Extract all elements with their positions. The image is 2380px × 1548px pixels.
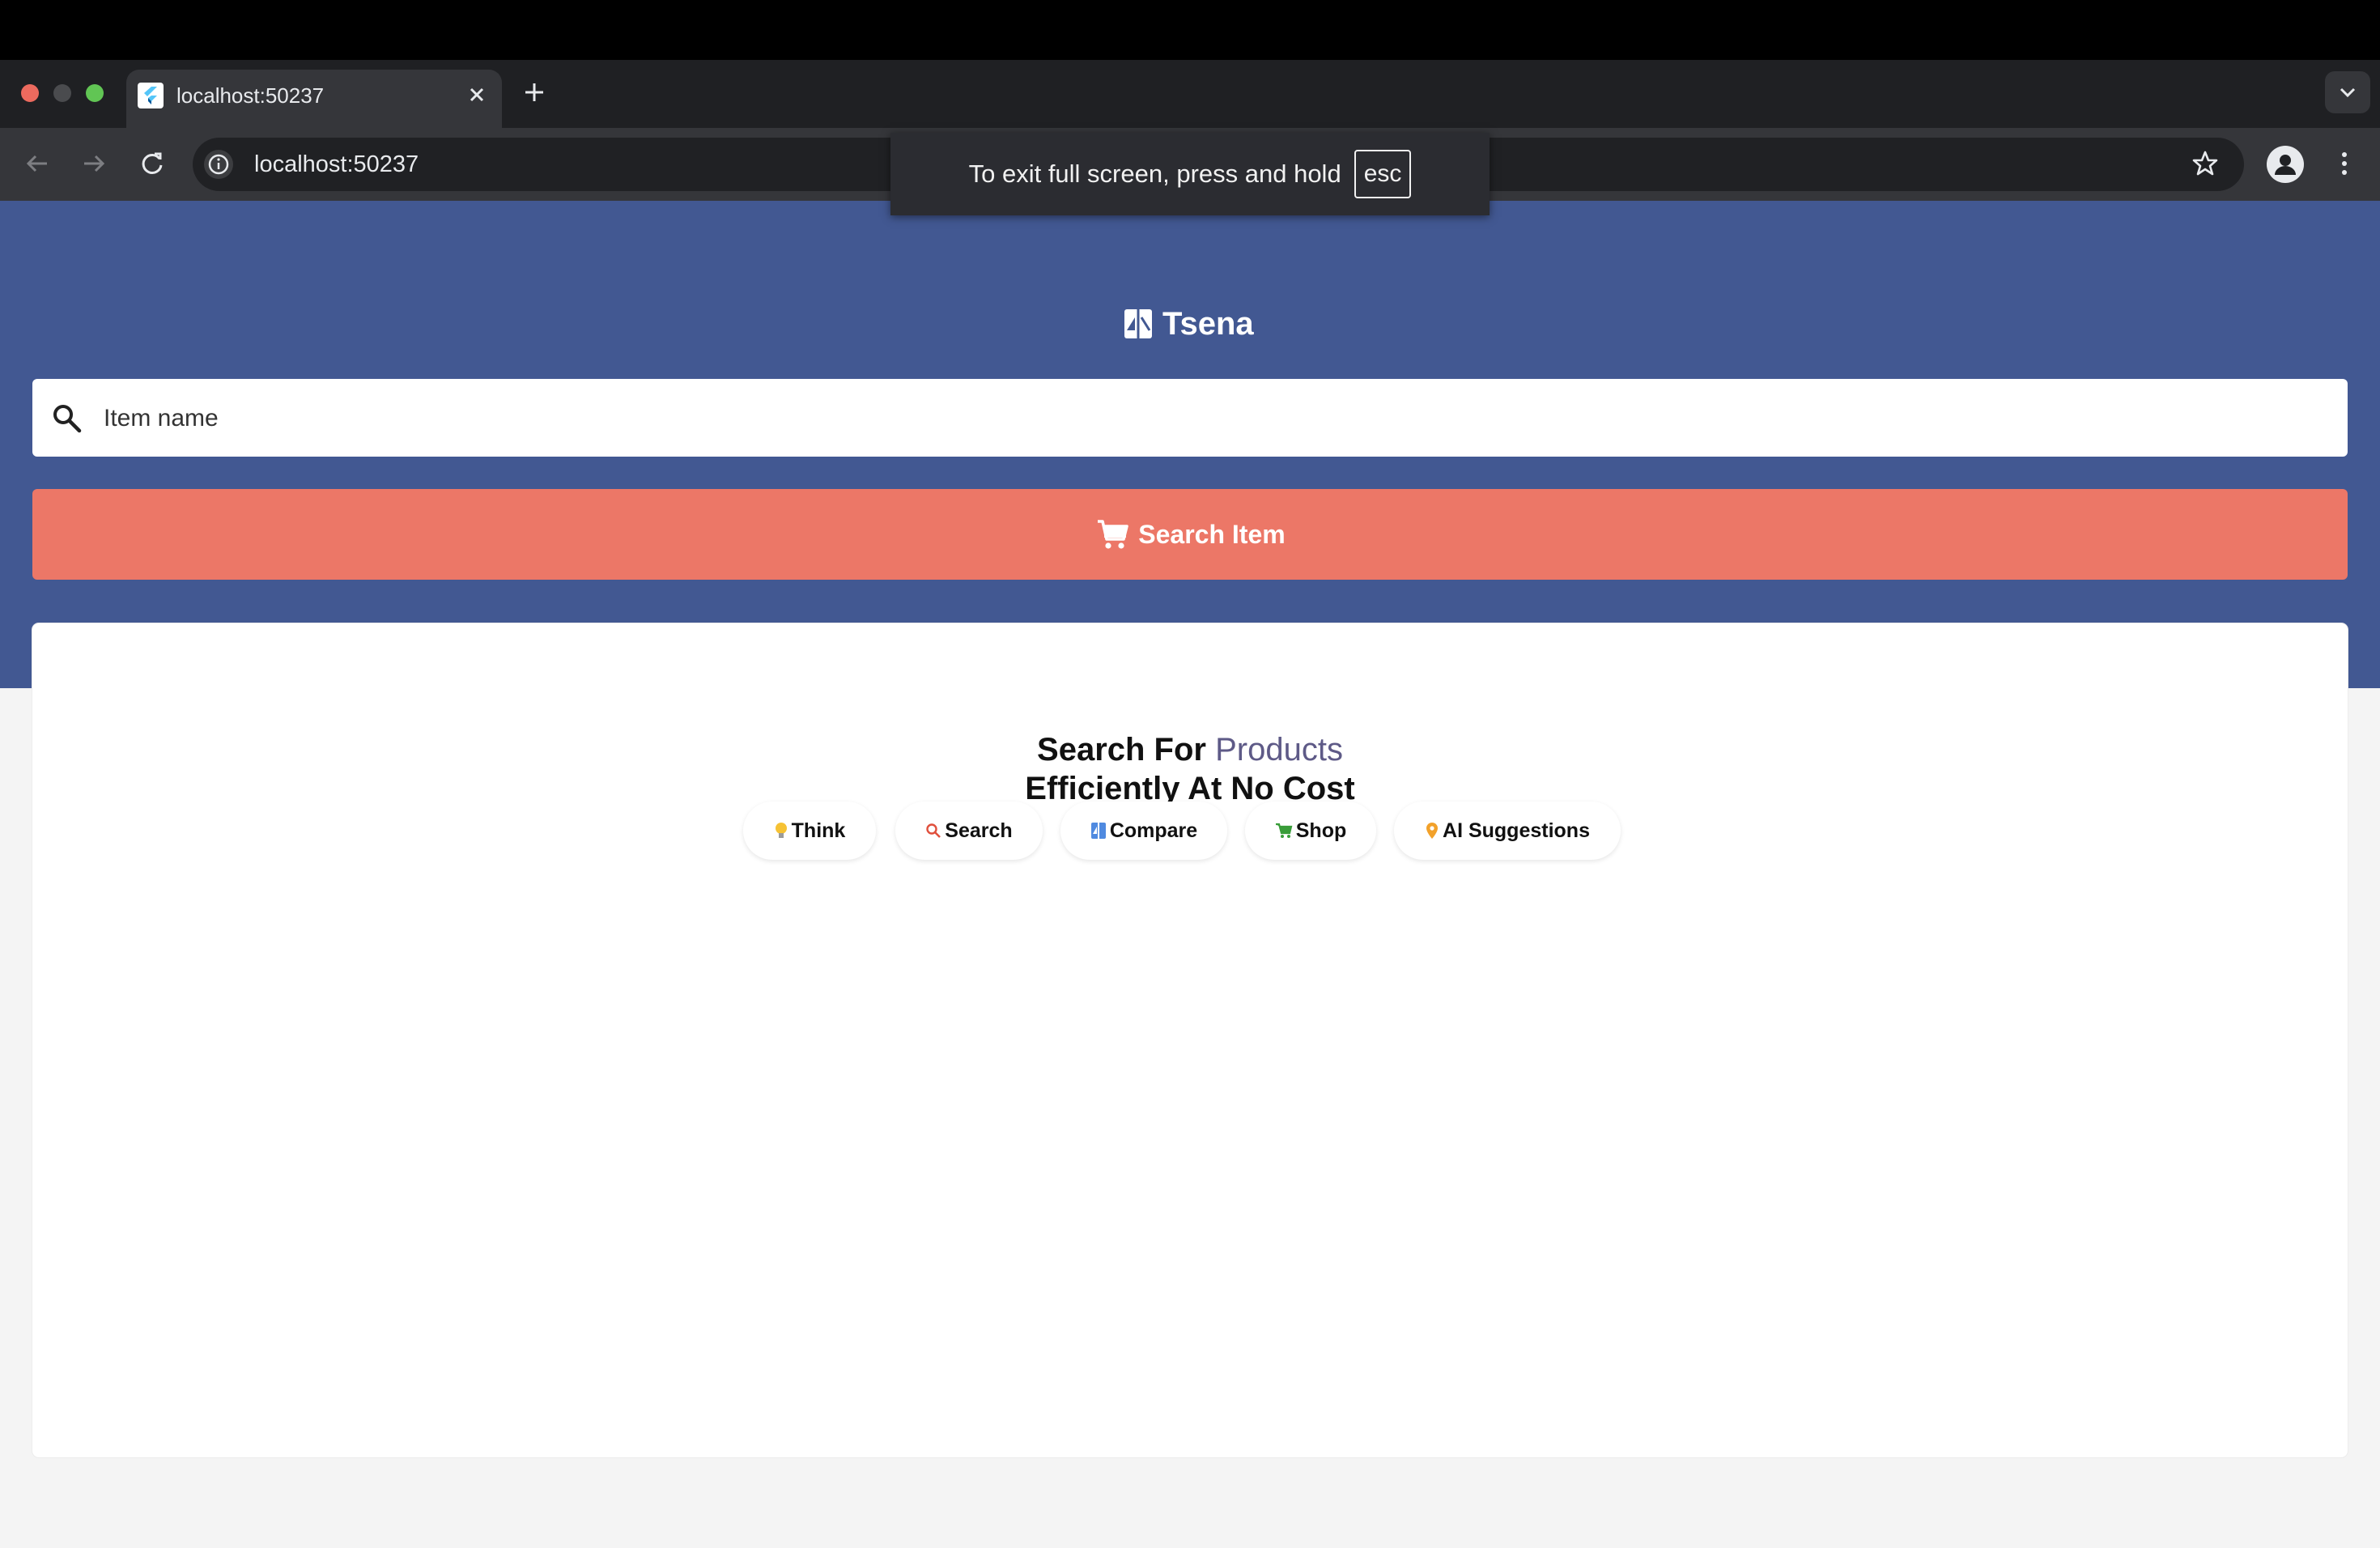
- search-item-button[interactable]: Search Item: [32, 489, 2348, 580]
- reload-icon[interactable]: [134, 146, 170, 181]
- browser-tab[interactable]: localhost:50237: [126, 70, 502, 128]
- chip-search[interactable]: Search: [895, 802, 1043, 860]
- close-tab-icon[interactable]: [463, 81, 491, 108]
- search-icon: [49, 400, 84, 436]
- lightbulb-icon: [775, 823, 787, 838]
- search-item-label: Search Item: [1138, 519, 1286, 549]
- back-arrow-icon[interactable]: [19, 146, 55, 181]
- brand-logo: Tsena: [1122, 303, 1254, 345]
- chip-shop[interactable]: Shop: [1245, 802, 1376, 860]
- headline-line-1: Search For Products: [0, 730, 2380, 769]
- screen-top-bar: [0, 0, 2380, 60]
- bookmark-star-icon[interactable]: [2187, 146, 2223, 181]
- feature-chips: Think Search Compare Shop AI Suggestions: [743, 802, 1637, 860]
- chip-label: Think: [791, 819, 846, 842]
- chip-label: Shop: [1295, 819, 1347, 842]
- fullscreen-window-button[interactable]: [86, 84, 104, 102]
- headline: Search For Products Efficiently At No Co…: [0, 730, 2380, 808]
- flutter-favicon-icon: [138, 83, 164, 108]
- chip-think[interactable]: Think: [743, 802, 876, 860]
- pin-icon: [1426, 823, 1439, 839]
- chip-label: AI Suggestions: [1443, 819, 1590, 842]
- compare-logo-icon: [1124, 309, 1152, 338]
- chip-ai-suggestions[interactable]: AI Suggestions: [1394, 802, 1621, 860]
- item-name-input[interactable]: [102, 393, 2323, 444]
- headline-prefix: Search For: [1037, 732, 1206, 768]
- fullscreen-notice-text: To exit full screen, press and hold: [968, 159, 1341, 188]
- fullscreen-exit-notice: To exit full screen, press and hold esc: [890, 133, 1490, 215]
- cart-icon: [1275, 823, 1293, 838]
- url-text[interactable]: localhost:50237: [254, 149, 419, 180]
- more-menu-icon[interactable]: [2328, 146, 2361, 181]
- search-field[interactable]: [32, 379, 2348, 457]
- cart-icon: [1098, 520, 1129, 549]
- compare-icon: [1090, 823, 1106, 839]
- chip-label: Search: [945, 819, 1013, 842]
- site-info-icon[interactable]: [204, 150, 233, 179]
- brand-name: Tsena: [1162, 305, 1254, 342]
- forward-arrow-icon[interactable]: [76, 146, 112, 181]
- search-icon: [926, 823, 941, 838]
- new-tab-icon[interactable]: [520, 78, 549, 107]
- chip-label: Compare: [1109, 819, 1198, 842]
- esc-key-hint: esc: [1354, 150, 1412, 198]
- chip-compare[interactable]: Compare: [1060, 802, 1227, 860]
- app-page: Tsena Search Item Search For Products Ef…: [0, 201, 2380, 1548]
- minimize-window-button[interactable]: [53, 84, 71, 102]
- tab-title: localhost:50237: [176, 83, 325, 108]
- headline-accent: Products: [1215, 732, 1343, 768]
- tab-search-button[interactable]: [2325, 71, 2370, 113]
- profile-avatar-icon[interactable]: [2267, 146, 2304, 183]
- close-window-button[interactable]: [21, 84, 39, 102]
